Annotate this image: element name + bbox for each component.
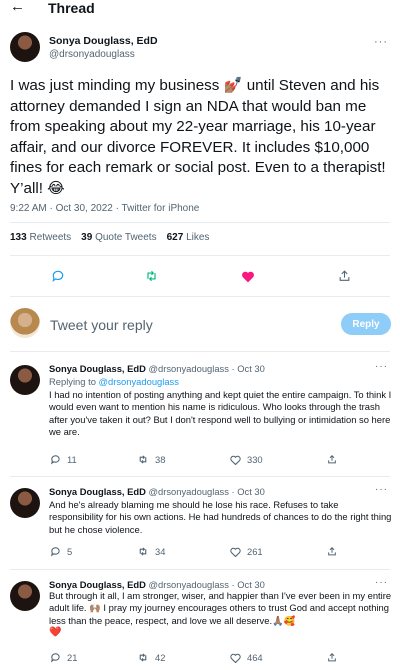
reply-like-button[interactable]: 464 — [230, 652, 263, 663]
quote-tweets-count: 39 — [81, 232, 93, 243]
reply-comment-button[interactable]: 11 — [50, 454, 77, 465]
reply-text: And he's already blaming me should he lo… — [49, 499, 392, 535]
reply-count: 11 — [67, 454, 77, 465]
reply-header: Sonya Douglass, EdD @drsonyadouglass · O… — [49, 486, 265, 497]
retweet-count: 38 — [155, 454, 166, 465]
reply-retweet-button[interactable]: 34 — [137, 546, 165, 557]
laughing-emoji: 😂 — [47, 179, 65, 197]
reply-actions: 21 42 464 — [0, 652, 400, 666]
reply-like-button[interactable]: 261 — [230, 546, 263, 557]
retweet-icon[interactable] — [141, 266, 161, 286]
reply-actions: 5 34 261 — [0, 546, 400, 560]
thread-reply[interactable]: Sonya Douglass, EdD @drsonyadouglass · O… — [0, 480, 400, 570]
more-options-icon[interactable]: ··· — [374, 36, 388, 48]
reply-retweet-button[interactable]: 38 — [137, 454, 165, 465]
top-bar: ← Thread — [0, 0, 400, 18]
retweets-stat[interactable]: 133 Retweets — [10, 232, 71, 243]
reply-text: But through it all, I am stronger, wiser… — [49, 590, 392, 626]
heart-emoji: ❤️ — [49, 627, 62, 638]
divider — [10, 296, 390, 297]
retweet-count: 34 — [155, 546, 166, 557]
quote-tweets-label: Quote Tweets — [95, 232, 157, 243]
reply-handle-date: @drsonyadouglass · Oct 30 — [148, 363, 265, 374]
reply-count: 5 — [67, 546, 73, 557]
reply-count: 21 — [67, 652, 78, 663]
thread-reply[interactable]: Sonya Douglass, EdD @drsonyadouglass · O… — [0, 573, 400, 670]
more-options-icon[interactable]: ··· — [375, 577, 388, 588]
divider — [10, 569, 390, 570]
back-arrow-icon[interactable]: ← — [10, 0, 25, 15]
reply-retweet-button[interactable]: 42 — [137, 652, 165, 663]
divider — [10, 222, 390, 223]
like-heart-icon[interactable] — [238, 266, 258, 286]
nail-polish-emoji: 💅🏽 — [223, 77, 243, 94]
like-count: 261 — [247, 546, 263, 557]
reply-author-name[interactable]: Sonya Douglass, EdD — [49, 363, 146, 374]
like-count: 330 — [247, 454, 263, 465]
retweet-count: 42 — [155, 652, 166, 663]
likes-stat[interactable]: 627 Likes — [167, 232, 210, 243]
reply-author-name[interactable]: Sonya Douglass, EdD — [49, 486, 146, 497]
author-name[interactable]: Sonya Douglass, EdD — [49, 35, 158, 47]
avatar[interactable] — [10, 365, 40, 395]
thread-reply[interactable]: Sonya Douglass, EdD @drsonyadouglass · O… — [0, 357, 400, 477]
replying-to-handle[interactable]: @drsonyadouglass — [99, 376, 179, 387]
divider — [10, 476, 390, 477]
more-options-icon[interactable]: ··· — [375, 484, 388, 495]
current-user-avatar[interactable] — [10, 308, 40, 338]
tweet-actions — [0, 266, 400, 286]
reply-like-button[interactable]: 330 — [230, 454, 263, 465]
share-icon[interactable] — [327, 546, 337, 557]
divider — [10, 351, 390, 352]
avatar[interactable] — [10, 488, 40, 518]
reply-button[interactable]: Reply — [341, 313, 391, 335]
reply-header: Sonya Douglass, EdD @drsonyadouglass · O… — [49, 363, 265, 374]
divider — [10, 255, 390, 256]
share-icon[interactable] — [334, 266, 354, 286]
reply-input[interactable]: Tweet your reply — [50, 317, 153, 333]
reply-header: Sonya Douglass, EdD @drsonyadouglass · O… — [49, 579, 265, 590]
reply-comment-button[interactable]: 5 — [50, 546, 72, 557]
reply-text: I had no intention of posting anything a… — [49, 389, 392, 438]
reply-handle-date: @drsonyadouglass · Oct 30 — [148, 486, 265, 497]
share-icon[interactable] — [327, 454, 337, 465]
avatar[interactable] — [10, 32, 40, 62]
author-handle[interactable]: @drsonyadouglass — [49, 49, 135, 60]
likes-count: 627 — [166, 232, 184, 243]
reply-icon[interactable] — [48, 266, 68, 286]
like-count: 464 — [247, 652, 263, 663]
avatar[interactable] — [10, 581, 40, 611]
replying-to: Replying to @drsonyadouglass — [49, 376, 179, 387]
share-icon[interactable] — [327, 652, 337, 663]
tweet-stats: 133 Retweets 39 Quote Tweets 627 Likes — [10, 232, 209, 243]
tweet-text-part1: I was just minding my business — [10, 77, 224, 94]
reply-author-name[interactable]: Sonya Douglass, EdD — [49, 579, 146, 590]
likes-label: Likes — [186, 232, 210, 243]
quote-tweets-stat[interactable]: 39 Quote Tweets — [81, 232, 156, 243]
page-title: Thread — [48, 0, 95, 16]
reply-actions: 11 38 330 — [0, 454, 400, 468]
tweet-text: I was just minding my business 💅🏽 until … — [10, 76, 392, 199]
tweet-text-part2: until Steven and his attorney demanded I… — [10, 77, 386, 197]
more-options-icon[interactable]: ··· — [375, 361, 388, 372]
replying-prefix: Replying to — [49, 376, 99, 387]
reply-handle-date: @drsonyadouglass · Oct 30 — [148, 579, 265, 590]
tweet-timestamp[interactable]: 9:22 AM · Oct 30, 2022 · Twitter for iPh… — [10, 203, 199, 214]
retweets-count: 133 — [10, 232, 27, 243]
retweets-label: Retweets — [29, 232, 72, 243]
reply-comment-button[interactable]: 21 — [50, 652, 77, 663]
